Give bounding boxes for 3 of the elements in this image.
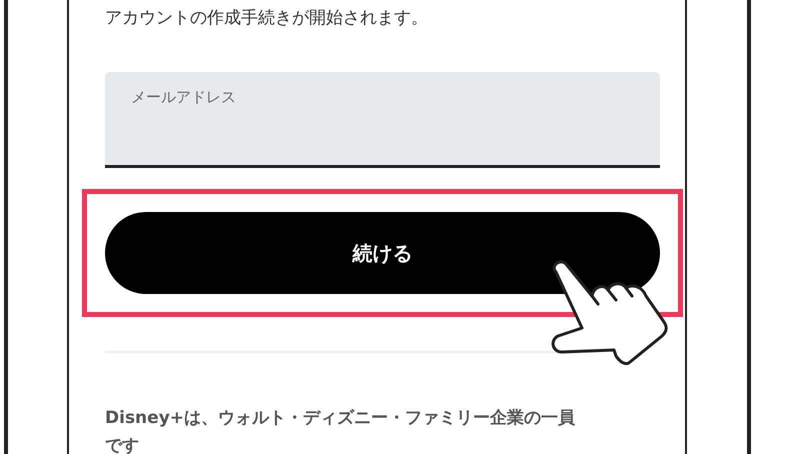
intro-text: アカウントの作成手続きが開始されます。 xyxy=(105,7,429,30)
email-field[interactable]: メールアドレス xyxy=(105,72,660,168)
continue-button[interactable]: 続ける xyxy=(105,212,660,294)
